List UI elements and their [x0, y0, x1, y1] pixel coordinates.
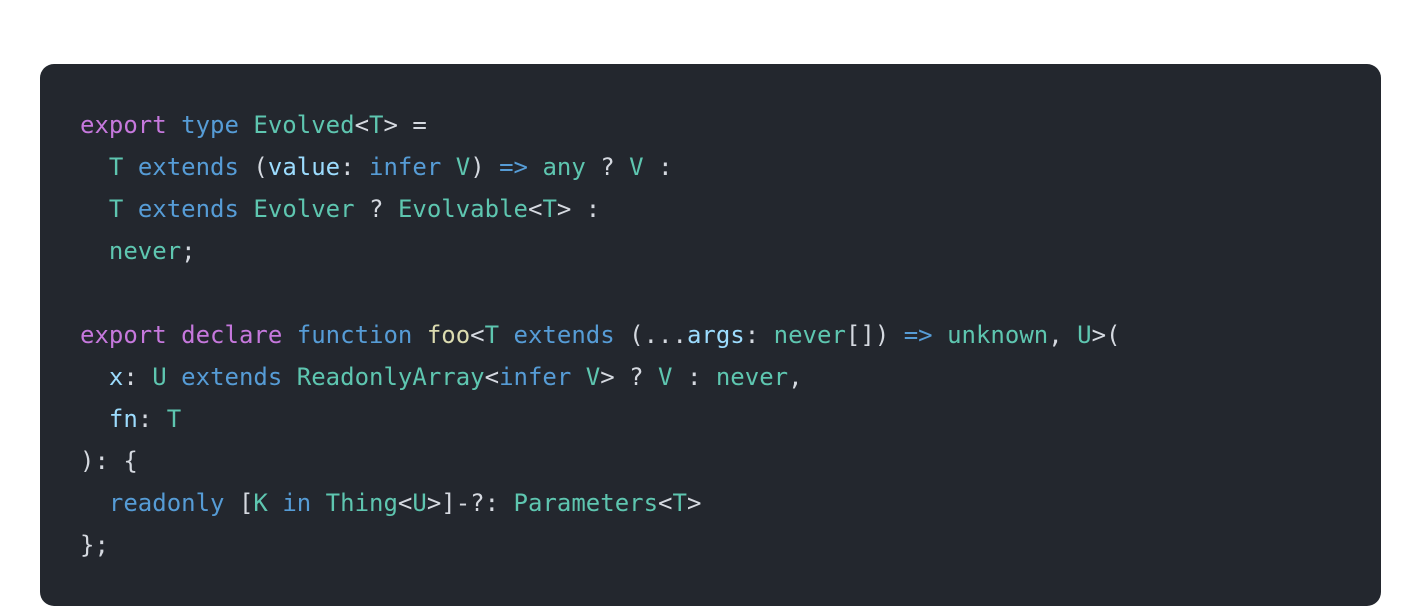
bracket-close: ] — [441, 489, 455, 517]
angle-close: > — [383, 111, 397, 139]
semicolon: ; — [94, 531, 108, 559]
keyword-export: export — [80, 321, 167, 349]
code: export type Evolved<T> = T extends (valu… — [80, 111, 1121, 559]
type-thing: Thing — [326, 489, 398, 517]
keyword-declare: declare — [181, 321, 282, 349]
type-param-v: V — [658, 363, 672, 391]
angle-close: > — [600, 363, 614, 391]
brackets: [] — [846, 321, 875, 349]
paren-open: ( — [1106, 321, 1120, 349]
angle-open: < — [528, 195, 542, 223]
type-param-t: T — [109, 195, 123, 223]
type-readonlyarray: ReadonlyArray — [297, 363, 485, 391]
equals: = — [398, 111, 427, 139]
paren-open: ( — [629, 321, 643, 349]
type-any: any — [542, 153, 585, 181]
keyword-extends: extends — [138, 153, 239, 181]
comma: , — [788, 363, 802, 391]
bracket-open: [ — [239, 489, 253, 517]
type-param-t: T — [673, 489, 687, 517]
paren-open: ( — [253, 153, 267, 181]
colon: : — [586, 195, 600, 223]
angle-open: < — [470, 321, 484, 349]
paren-close: ) — [80, 447, 94, 475]
indent — [80, 153, 109, 181]
colon: : — [485, 489, 499, 517]
type-param-k: K — [253, 489, 267, 517]
comma: , — [1048, 321, 1062, 349]
function-foo: foo — [427, 321, 470, 349]
param-x: x — [109, 363, 123, 391]
indent — [80, 195, 109, 223]
brace-close: } — [80, 531, 94, 559]
code-block[interactable]: export type Evolved<T> = T extends (valu… — [40, 64, 1381, 606]
indent — [80, 489, 109, 517]
question: ? — [369, 195, 383, 223]
question: ? — [629, 363, 643, 391]
type-param-t: T — [485, 321, 499, 349]
param-value: value — [268, 153, 340, 181]
angle-open: < — [355, 111, 369, 139]
keyword-export: export — [80, 111, 167, 139]
type-param-v: V — [586, 363, 600, 391]
colon: : — [138, 405, 152, 433]
type-never: never — [774, 321, 846, 349]
indent — [80, 405, 109, 433]
type-param-t: T — [369, 111, 383, 139]
keyword-infer: infer — [369, 153, 441, 181]
type-never: never — [716, 363, 788, 391]
type-evolvable: Evolvable — [398, 195, 528, 223]
question: ? — [600, 153, 614, 181]
colon: : — [745, 321, 759, 349]
colon: : — [340, 153, 354, 181]
param-fn: fn — [109, 405, 138, 433]
keyword-in: in — [282, 489, 311, 517]
type-never: never — [109, 237, 181, 265]
angle-close: > — [1092, 321, 1106, 349]
indent — [80, 363, 109, 391]
keyword-type: type — [181, 111, 239, 139]
angle-close: > — [557, 195, 571, 223]
keyword-function: function — [297, 321, 413, 349]
keyword-extends: extends — [514, 321, 615, 349]
indent — [80, 237, 109, 265]
type-param-t: T — [167, 405, 181, 433]
ellipsis: ... — [644, 321, 687, 349]
arrow: => — [904, 321, 933, 349]
type-param-t: T — [109, 153, 123, 181]
type-name-evolved: Evolved — [253, 111, 354, 139]
colon: : — [658, 153, 672, 181]
paren-close: ) — [875, 321, 889, 349]
arrow: => — [499, 153, 528, 181]
colon: : — [94, 447, 108, 475]
minus-question: -? — [456, 489, 485, 517]
angle-open: < — [658, 489, 672, 517]
type-evolver: Evolver — [253, 195, 354, 223]
type-param-u: U — [152, 363, 166, 391]
angle-open: < — [485, 363, 499, 391]
param-args: args — [687, 321, 745, 349]
type-param-v: V — [456, 153, 470, 181]
keyword-extends: extends — [138, 195, 239, 223]
type-unknown: unknown — [947, 321, 1048, 349]
colon: : — [687, 363, 701, 391]
angle-close: > — [687, 489, 701, 517]
angle-open: < — [398, 489, 412, 517]
type-param-u: U — [1077, 321, 1091, 349]
type-param-u: U — [412, 489, 426, 517]
keyword-readonly: readonly — [109, 489, 225, 517]
type-param-t: T — [542, 195, 556, 223]
semicolon: ; — [181, 237, 195, 265]
type-param-v: V — [629, 153, 643, 181]
colon: : — [123, 363, 137, 391]
keyword-extends: extends — [181, 363, 282, 391]
angle-close: > — [427, 489, 441, 517]
paren-close: ) — [470, 153, 484, 181]
brace-open: { — [123, 447, 137, 475]
keyword-infer: infer — [499, 363, 571, 391]
type-parameters: Parameters — [514, 489, 659, 517]
